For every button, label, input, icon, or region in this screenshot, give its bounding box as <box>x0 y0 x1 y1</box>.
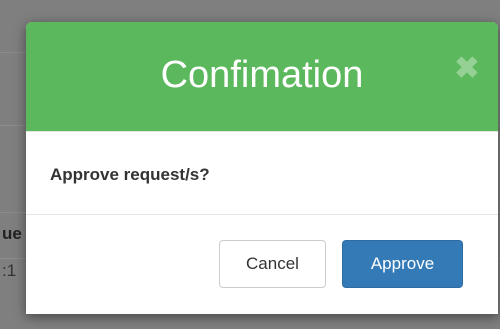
confirmation-dialog: Confimation ✖ Approve request/s? Cancel … <box>26 22 498 314</box>
background-column-header: ue <box>2 224 22 243</box>
modal-title: Confimation <box>160 54 364 96</box>
background-cell-value: :1 <box>2 261 17 280</box>
modal-body: Approve request/s? <box>26 132 498 214</box>
cancel-button[interactable]: Cancel <box>219 240 326 288</box>
confirmation-message: Approve request/s? <box>50 165 210 184</box>
approve-button[interactable]: Approve <box>342 240 463 288</box>
close-icon[interactable]: ✖ <box>454 54 480 84</box>
modal-header: Confimation ✖ <box>26 22 498 132</box>
modal-footer: Cancel Approve <box>26 214 498 314</box>
